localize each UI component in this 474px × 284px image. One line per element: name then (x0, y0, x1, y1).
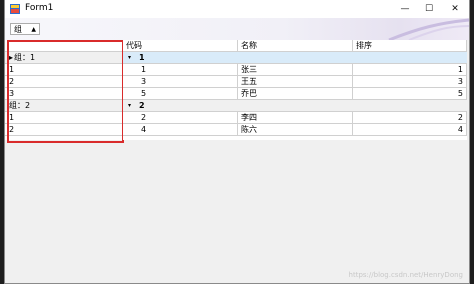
form-window: Form1 — ☐ ✕ 组 ▲ ▸组：1 1 2 3 组：2 1 2 代码 名称 排序 ▾ 1… (4, 0, 470, 284)
title-bar: Form1 — ☐ ✕ (5, 0, 469, 18)
table-row[interactable]: 2 李四 2 (123, 112, 467, 124)
cell-code[interactable]: 5 (123, 88, 238, 99)
cell-order[interactable]: 3 (353, 76, 467, 87)
column-header-code[interactable]: 代码 (123, 40, 238, 52)
collapse-chevron-icon[interactable]: ▾ (128, 52, 131, 64)
left-row[interactable]: 1 (5, 112, 123, 124)
left-row[interactable]: 2 (5, 124, 123, 136)
cell-order[interactable]: 2 (353, 112, 467, 123)
watermark: https://blog.csdn.net/HenryDong (348, 271, 463, 279)
group-key: 1 (139, 53, 145, 62)
column-header-order[interactable]: 排序 (353, 40, 467, 52)
group-row[interactable]: ▾ 2 (123, 100, 467, 112)
left-row[interactable]: 2 (5, 76, 123, 88)
column-header-name[interactable]: 名称 (238, 40, 353, 52)
left-row-label: 3 (9, 89, 15, 98)
app-icon (10, 4, 20, 14)
left-row-label: 1 (9, 65, 15, 74)
grouped-data-grid[interactable]: 代码 名称 排序 ▾ 1 1 张三 1 3 王五 3 5 乔巴 5 ▾ 2 2 李四 2 4 陈六 4 (123, 40, 467, 140)
collapse-chevron-icon[interactable]: ▾ (128, 100, 131, 112)
group-key: 2 (139, 101, 145, 110)
toolbar: 组 ▲ (5, 18, 469, 40)
left-row[interactable]: 1 (5, 64, 123, 76)
close-button[interactable]: ✕ (443, 0, 467, 18)
table-row[interactable]: 4 陈六 4 (123, 124, 467, 136)
left-row-label: 组：1 (14, 53, 36, 62)
cell-name[interactable]: 乔巴 (238, 88, 353, 99)
left-row[interactable] (5, 40, 123, 52)
minimize-button[interactable]: — (393, 0, 417, 18)
cell-code[interactable]: 2 (123, 112, 238, 123)
maximize-button[interactable]: ☐ (417, 0, 441, 18)
cell-name[interactable]: 张三 (238, 64, 353, 75)
cell-order[interactable]: 4 (353, 124, 467, 135)
left-row[interactable]: 3 (5, 88, 123, 100)
group-summary-grid: ▸组：1 1 2 3 组：2 1 2 (5, 40, 123, 140)
left-row-label: 2 (9, 77, 15, 86)
cell-order[interactable]: 1 (353, 64, 467, 75)
window-title: Form1 (25, 3, 54, 13)
table-row[interactable]: 5 乔巴 5 (123, 88, 467, 100)
cell-code[interactable]: 4 (123, 124, 238, 135)
dropdown-arrow-icon: ▲ (31, 26, 36, 33)
toolbar-decoration (388, 18, 469, 40)
group-dropdown-button[interactable]: 组 ▲ (10, 23, 40, 35)
cell-name[interactable]: 王五 (238, 76, 353, 87)
left-group-row[interactable]: ▸组：1 (5, 52, 123, 64)
cell-code[interactable]: 3 (123, 76, 238, 87)
cell-order[interactable]: 5 (353, 88, 467, 99)
table-row[interactable]: 3 王五 3 (123, 76, 467, 88)
cell-code[interactable]: 1 (123, 64, 238, 75)
group-button-label: 组 (14, 25, 22, 34)
left-group-row[interactable]: 组：2 (5, 100, 123, 112)
cell-name[interactable]: 李四 (238, 112, 353, 123)
row-pointer-icon: ▸ (9, 53, 14, 62)
left-row-label: 1 (9, 113, 15, 122)
left-row-label: 2 (9, 125, 15, 134)
left-row-label: 组：2 (9, 101, 31, 110)
group-row[interactable]: ▾ 1 (123, 52, 467, 64)
cell-name[interactable]: 陈六 (238, 124, 353, 135)
table-row[interactable]: 1 张三 1 (123, 64, 467, 76)
